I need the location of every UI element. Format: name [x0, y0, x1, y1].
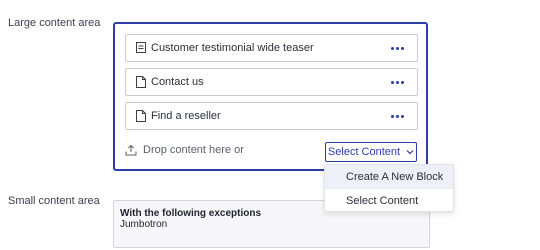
content-block-customer-testimonial[interactable]: Customer testimonial wide teaser: [125, 34, 418, 62]
exception-item: Jumbotron: [120, 219, 168, 230]
upload-icon: [125, 144, 137, 156]
page-icon: [136, 110, 146, 122]
block-title: Contact us: [151, 76, 204, 88]
select-content-dropdown: Create A New Block Select Content: [324, 164, 454, 212]
chevron-down-icon: [406, 148, 414, 156]
content-block-contact-us[interactable]: Contact us: [125, 68, 418, 96]
block-title: Customer testimonial wide teaser: [151, 42, 314, 54]
select-content-button[interactable]: Select Content: [325, 142, 417, 162]
more-options-button[interactable]: [385, 74, 409, 90]
layout-block-icon: [136, 42, 146, 54]
more-dots-icon: [390, 46, 404, 50]
menu-item-select-content[interactable]: Select Content: [325, 188, 453, 212]
drop-zone-text: Drop content here or: [143, 144, 244, 156]
large-content-area[interactable]: Customer testimonial wide teaser Contact…: [113, 22, 428, 171]
block-title: Find a reseller: [151, 110, 221, 122]
more-options-button[interactable]: [385, 108, 409, 124]
small-content-area-label: Small content area: [8, 195, 100, 207]
more-options-button[interactable]: [385, 40, 409, 56]
drop-zone[interactable]: Drop content here or: [125, 144, 244, 156]
more-dots-icon: [390, 80, 404, 84]
select-content-label: Select Content: [327, 146, 401, 158]
content-block-find-a-reseller[interactable]: Find a reseller: [125, 102, 418, 130]
menu-item-create-new-block[interactable]: Create A New Block: [325, 165, 453, 188]
more-dots-icon: [390, 114, 404, 118]
large-content-area-label: Large content area: [8, 17, 101, 29]
page-icon: [136, 76, 146, 88]
